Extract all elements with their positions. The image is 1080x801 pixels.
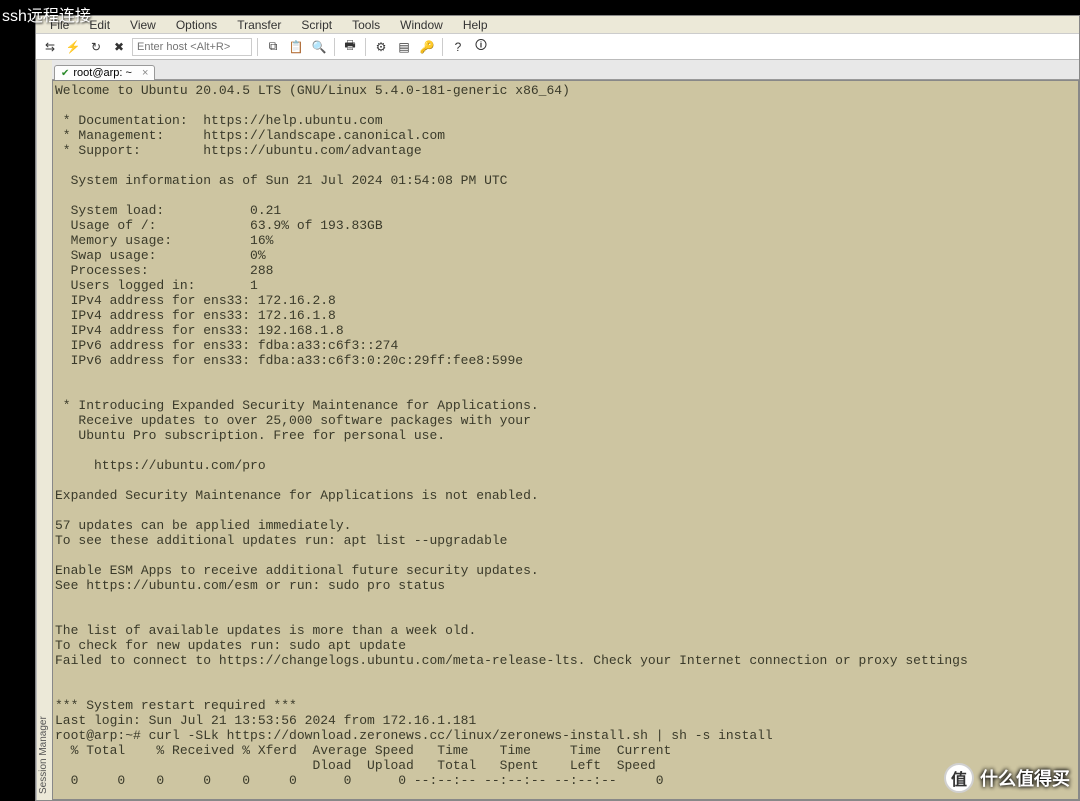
menu-options[interactable]: Options: [166, 17, 227, 33]
session-tab[interactable]: ✔ root@arp: ~ ×: [54, 65, 155, 80]
tab-title: root@arp: ~: [73, 67, 132, 79]
status-dot-icon: ✔: [61, 68, 69, 79]
reconnect-icon[interactable]: ↻: [86, 37, 106, 57]
menu-tools[interactable]: Tools: [342, 17, 390, 33]
disconnect-icon[interactable]: ✖: [109, 37, 129, 57]
help-icon[interactable]: ?: [448, 37, 468, 57]
toolbar-separator: [365, 38, 366, 56]
menu-view[interactable]: View: [120, 17, 166, 33]
menu-help[interactable]: Help: [453, 17, 498, 33]
close-tab-icon[interactable]: ×: [142, 67, 148, 79]
properties-icon[interactable]: ▤: [394, 37, 414, 57]
watermark-badge-icon: 值: [944, 763, 974, 793]
terminal-output[interactable]: Welcome to Ubuntu 20.04.5 LTS (GNU/Linux…: [52, 80, 1079, 800]
menu-script[interactable]: Script: [291, 17, 342, 33]
watermark-text: 什么值得买: [980, 765, 1070, 791]
settings-icon[interactable]: ⚙: [371, 37, 391, 57]
quick-connect-icon[interactable]: ⚡: [63, 37, 83, 57]
menu-transfer[interactable]: Transfer: [227, 17, 291, 33]
paste-icon[interactable]: 📋: [286, 37, 306, 57]
find-icon[interactable]: 🔍: [309, 37, 329, 57]
session-manager-tab[interactable]: Session Manager: [36, 60, 52, 800]
copy-icon[interactable]: ⧉: [263, 37, 283, 57]
about-icon[interactable]: 🛈: [471, 37, 491, 57]
toolbar: ⇆ ⚡ ↻ ✖ ⧉ 📋 🔍 🖶 ⚙ ▤ 🔑 ? 🛈: [36, 34, 1079, 60]
main-area: Session Manager ✔ root@arp: ~ × Welcome …: [36, 60, 1079, 800]
content-area: ✔ root@arp: ~ × Welcome to Ubuntu 20.04.…: [52, 60, 1079, 800]
toolbar-separator: [334, 38, 335, 56]
host-input[interactable]: [132, 38, 252, 56]
connect-icon[interactable]: ⇆: [40, 37, 60, 57]
app-window: File Edit View Options Transfer Script T…: [35, 15, 1080, 801]
toolbar-separator: [442, 38, 443, 56]
key-icon[interactable]: 🔑: [417, 37, 437, 57]
print-icon[interactable]: 🖶: [340, 37, 360, 57]
overlay-title: ssh远程连接: [2, 2, 91, 26]
tab-bar: ✔ root@arp: ~ ×: [52, 60, 1079, 80]
watermark: 值 什么值得买: [944, 763, 1070, 793]
toolbar-separator: [257, 38, 258, 56]
menu-bar: File Edit View Options Transfer Script T…: [36, 16, 1079, 34]
menu-window[interactable]: Window: [390, 17, 453, 33]
